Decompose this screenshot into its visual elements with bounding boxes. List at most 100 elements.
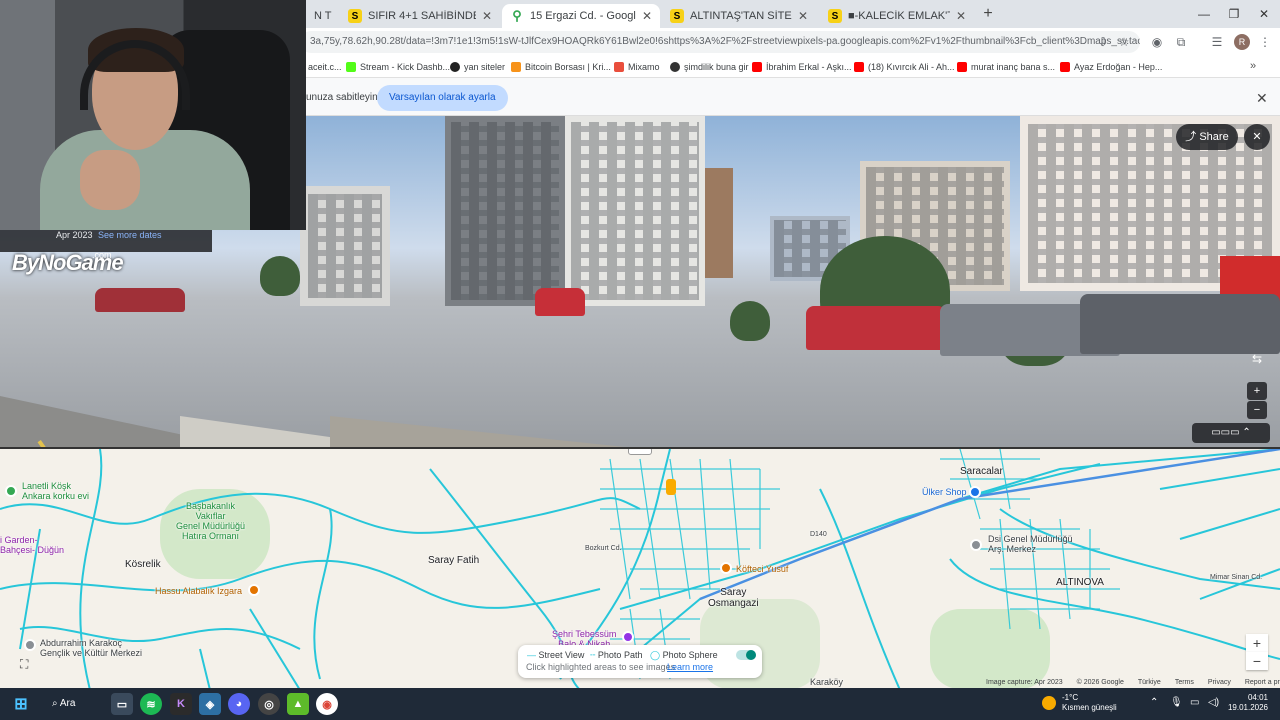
menu-icon[interactable]: ⋮ [1256, 33, 1274, 51]
close-icon[interactable]: ✕ [798, 9, 808, 23]
taskbar-search[interactable]: ⌕ Ara [52, 695, 102, 713]
legend-label: Photo Sphere [662, 650, 718, 660]
map-zoom-in-button[interactable]: + [1246, 634, 1268, 652]
bookmark-item[interactable]: Mixamo [614, 60, 660, 74]
reading-list-icon[interactable]: ☰ [1208, 33, 1226, 51]
pegman-icon[interactable] [666, 479, 676, 495]
bookmark-item[interactable]: yan siteler [450, 60, 505, 74]
map-label[interactable]: i Garden- Bahçesi- Düğün [0, 535, 64, 555]
close-icon[interactable]: ✕ [482, 9, 492, 23]
youtube-icon [1060, 62, 1070, 72]
maps-pin-icon: ⚲ [512, 8, 522, 23]
search-label: Ara [59, 698, 76, 709]
close-icon[interactable]: ✕ [1256, 90, 1268, 107]
chrome-icon[interactable]: ◉ [316, 693, 338, 715]
install-icon[interactable]: ⇩ [1094, 33, 1112, 51]
bookmark-label: İbrahim Erkal - Aşkı... [766, 62, 852, 72]
shop-pin-icon[interactable] [969, 486, 981, 498]
minimize-button[interactable]: — [1192, 4, 1216, 24]
close-icon[interactable]: ✕ [642, 9, 652, 23]
set-default-button[interactable]: Varsayılan olarak ayarla [377, 85, 508, 111]
map-label[interactable]: Abdurrahim Karakoç Gençlik ve Kültür Mer… [40, 638, 142, 658]
resize-handle[interactable] [628, 449, 652, 455]
map-label[interactable]: Saray Osmangazi [708, 587, 759, 609]
venue-pin-icon[interactable] [622, 631, 634, 643]
map-label[interactable]: Ülker Shop [922, 487, 967, 497]
clock-date: 19.01.2026 [1227, 703, 1268, 712]
discord-icon[interactable]: ◕ [228, 693, 250, 715]
close-window-button[interactable]: ✕ [1252, 4, 1276, 24]
see-more-dates-link[interactable]: See more dates [98, 230, 162, 240]
map-label[interactable]: Kösrelik [125, 559, 161, 570]
tab-partial[interactable]: N T [306, 4, 336, 28]
bitcoin-icon [511, 62, 521, 72]
watermark-suffix: .com [92, 250, 112, 260]
bookmark-label: Ayaz Erdoğan - Hep... [1074, 62, 1163, 72]
garden-wall [330, 416, 1280, 447]
spotify-icon[interactable]: ≋ [140, 693, 162, 715]
map-zoom-out-button[interactable]: − [1246, 652, 1268, 670]
new-tab-button[interactable]: + [978, 4, 998, 24]
map-label[interactable]: ALTINOVA [1056, 577, 1104, 588]
chevron-right-icon[interactable]: » [1250, 60, 1256, 72]
app-icon[interactable]: ◈ [199, 693, 221, 715]
compass-icon[interactable]: ⇆ [1244, 352, 1270, 368]
bookmark-item[interactable]: Ayaz Erdoğan - Hep... [1060, 60, 1162, 74]
info-bar-text: unuza sabitleyin [306, 92, 378, 103]
bookmark-item[interactable]: aceit.c... [308, 60, 342, 74]
windows-start-icon[interactable]: ⊞ [10, 693, 32, 715]
line-icon: — [527, 650, 539, 660]
park-pin-icon[interactable] [5, 485, 17, 497]
weather-widget[interactable]: -1°C Kısmen güneşli [1062, 693, 1117, 713]
kick-app-icon[interactable]: K [170, 693, 192, 715]
map-label[interactable]: Köfteci Yusuf [736, 564, 788, 574]
profile-avatar[interactable]: R [1234, 34, 1250, 50]
bookmark-label: Mixamo [628, 62, 660, 72]
place-pin-icon[interactable] [970, 539, 982, 551]
obs-icon[interactable]: ◎ [258, 693, 280, 715]
legend-label: Street View [538, 650, 585, 660]
bookmark-item[interactable]: İbrahim Erkal - Aşkı... [752, 60, 852, 74]
bookmark-item[interactable]: Bitcoin Borsası | Kri... [511, 60, 611, 74]
tab-sahibinden-1[interactable]: S SIFIR 4+1 SAHİBİNDEN - Satılık ✕ [340, 4, 500, 28]
sahibinden-icon: S [348, 9, 362, 23]
bookmark-star-icon[interactable]: ☆ [1115, 33, 1133, 51]
zoom-in-button[interactable]: + [1247, 382, 1267, 400]
restaurant-pin-icon[interactable] [720, 562, 732, 574]
layers-button[interactable]: ▭▭▭ ⌃ [1192, 423, 1270, 443]
learn-more-link[interactable]: Learn more [667, 662, 713, 672]
tab-sahibinden-3[interactable]: S ■-KALECİK EMLAK'TAN SİTE'DE ✕ [820, 4, 974, 28]
map-label[interactable]: Başbakanlık Vakıflar Genel Müdürlüğü Hat… [176, 501, 245, 541]
taskbar-clock[interactable]: 04:01 19.01.2026 [1198, 693, 1268, 713]
restaurant-pin-icon[interactable] [248, 584, 260, 596]
map-label[interactable]: Saray Fatih [428, 555, 479, 566]
puzzle-icon[interactable]: ⧉ [1172, 33, 1190, 51]
tab-google-maps[interactable]: ⚲ 15 Ergazi Cd. - Google Maps ✕ [502, 4, 660, 28]
place-pin-icon[interactable] [24, 639, 36, 651]
building [565, 116, 705, 306]
microphone-icon[interactable]: 🎙 [1170, 697, 1183, 708]
close-street-view-button[interactable]: ✕ [1244, 124, 1270, 150]
file-explorer-icon[interactable]: ▭ [111, 693, 133, 715]
fullscreen-icon[interactable]: ⛶ [20, 657, 28, 672]
map-label[interactable]: Saracalar [960, 466, 1003, 477]
map-label[interactable]: Karaköy [810, 677, 843, 687]
weather-temp: -1°C [1062, 693, 1079, 702]
bookmark-item[interactable]: Stream - Kick Dashb... [346, 60, 450, 74]
map-label[interactable]: Dsi Genel Müdürlüğü Arş. Merkez [988, 534, 1073, 554]
bookmark-label: murat inanç bana s... [971, 62, 1056, 72]
zoom-out-button[interactable]: − [1247, 401, 1267, 419]
map-label[interactable]: Lanetli Köşk Ankara korku evi [22, 481, 89, 501]
extension-icon[interactable]: ◉ [1148, 33, 1166, 51]
tab-sahibinden-2[interactable]: S ALTINTAŞ'TAN SİTEDE 4.KAT 3+ ✕ [662, 4, 816, 28]
chevron-up-icon[interactable]: ⌃ [1150, 697, 1158, 708]
address-bar[interactable]: 3a,75y,78.62h,90.28t/data=!3m7!1e1!3m5!1… [300, 31, 1140, 53]
map-label[interactable]: Hassu Alabalık Izgara [155, 586, 242, 596]
bookmark-item[interactable]: murat inanç bana s... [957, 60, 1055, 74]
restore-button[interactable]: ❐ [1222, 4, 1246, 24]
close-icon[interactable]: ✕ [956, 9, 966, 23]
bookmark-item[interactable]: şimdilik buna gir [670, 60, 749, 74]
bookmark-item[interactable]: (18) Kıvırcık Ali - Ah... [854, 60, 955, 74]
app-icon[interactable]: ▲ [287, 693, 309, 715]
share-button[interactable]: ⤴ Share [1176, 124, 1238, 150]
